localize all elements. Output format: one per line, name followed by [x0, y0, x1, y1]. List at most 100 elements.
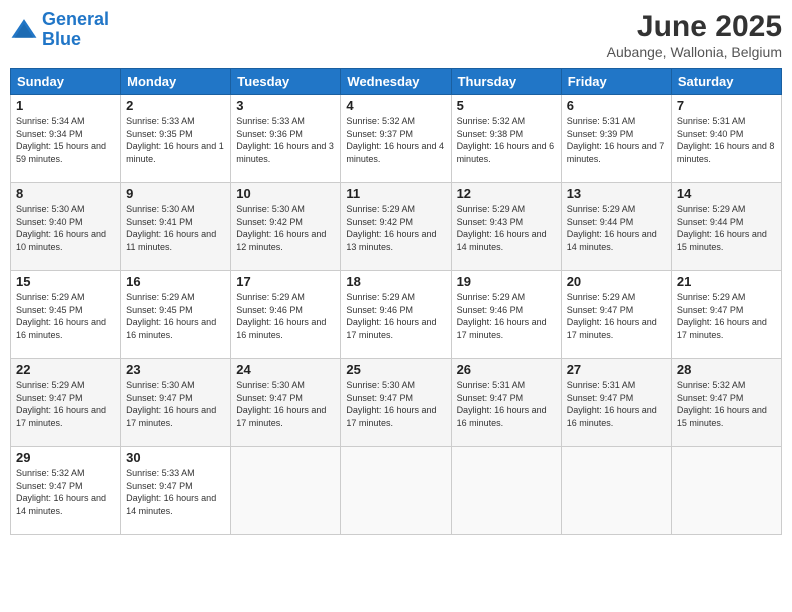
day-number: 27 — [567, 362, 666, 377]
calendar-cell: 29 Sunrise: 5:32 AM Sunset: 9:47 PM Dayl… — [11, 447, 121, 535]
day-number: 7 — [677, 98, 776, 113]
day-number: 30 — [126, 450, 225, 465]
day-number: 9 — [126, 186, 225, 201]
logo-icon — [10, 16, 38, 44]
day-number: 8 — [16, 186, 115, 201]
day-info: Sunrise: 5:32 AM Sunset: 9:47 PM Dayligh… — [16, 467, 115, 517]
day-info: Sunrise: 5:29 AM Sunset: 9:44 PM Dayligh… — [677, 203, 776, 253]
page: General Blue June 2025 Aubange, Wallonia… — [0, 0, 792, 612]
day-info: Sunrise: 5:30 AM Sunset: 9:47 PM Dayligh… — [126, 379, 225, 429]
logo-line2: Blue — [42, 29, 81, 49]
day-info: Sunrise: 5:31 AM Sunset: 9:47 PM Dayligh… — [457, 379, 556, 429]
day-number: 17 — [236, 274, 335, 289]
calendar-cell: 11 Sunrise: 5:29 AM Sunset: 9:42 PM Dayl… — [341, 183, 451, 271]
logo-text: General Blue — [42, 10, 109, 50]
calendar-cell: 3 Sunrise: 5:33 AM Sunset: 9:36 PM Dayli… — [231, 95, 341, 183]
col-wednesday: Wednesday — [341, 69, 451, 95]
day-number: 24 — [236, 362, 335, 377]
day-info: Sunrise: 5:29 AM Sunset: 9:45 PM Dayligh… — [126, 291, 225, 341]
calendar-cell: 24 Sunrise: 5:30 AM Sunset: 9:47 PM Dayl… — [231, 359, 341, 447]
day-info: Sunrise: 5:29 AM Sunset: 9:46 PM Dayligh… — [236, 291, 335, 341]
day-info: Sunrise: 5:29 AM Sunset: 9:42 PM Dayligh… — [346, 203, 445, 253]
day-info: Sunrise: 5:33 AM Sunset: 9:36 PM Dayligh… — [236, 115, 335, 165]
day-info: Sunrise: 5:31 AM Sunset: 9:47 PM Dayligh… — [567, 379, 666, 429]
calendar-cell: 9 Sunrise: 5:30 AM Sunset: 9:41 PM Dayli… — [121, 183, 231, 271]
header: General Blue June 2025 Aubange, Wallonia… — [10, 10, 782, 60]
day-info: Sunrise: 5:34 AM Sunset: 9:34 PM Dayligh… — [16, 115, 115, 165]
day-number: 10 — [236, 186, 335, 201]
calendar-cell — [231, 447, 341, 535]
calendar-header-row: Sunday Monday Tuesday Wednesday Thursday… — [11, 69, 782, 95]
day-number: 12 — [457, 186, 556, 201]
calendar: Sunday Monday Tuesday Wednesday Thursday… — [10, 68, 782, 535]
day-info: Sunrise: 5:30 AM Sunset: 9:47 PM Dayligh… — [236, 379, 335, 429]
day-info: Sunrise: 5:30 AM Sunset: 9:41 PM Dayligh… — [126, 203, 225, 253]
calendar-cell: 4 Sunrise: 5:32 AM Sunset: 9:37 PM Dayli… — [341, 95, 451, 183]
calendar-cell: 23 Sunrise: 5:30 AM Sunset: 9:47 PM Dayl… — [121, 359, 231, 447]
calendar-cell: 6 Sunrise: 5:31 AM Sunset: 9:39 PM Dayli… — [561, 95, 671, 183]
day-info: Sunrise: 5:29 AM Sunset: 9:47 PM Dayligh… — [567, 291, 666, 341]
day-number: 6 — [567, 98, 666, 113]
calendar-cell: 16 Sunrise: 5:29 AM Sunset: 9:45 PM Dayl… — [121, 271, 231, 359]
day-number: 26 — [457, 362, 556, 377]
day-number: 22 — [16, 362, 115, 377]
title-block: June 2025 Aubange, Wallonia, Belgium — [607, 10, 782, 60]
day-info: Sunrise: 5:29 AM Sunset: 9:44 PM Dayligh… — [567, 203, 666, 253]
day-number: 14 — [677, 186, 776, 201]
day-number: 4 — [346, 98, 445, 113]
day-number: 3 — [236, 98, 335, 113]
day-info: Sunrise: 5:32 AM Sunset: 9:47 PM Dayligh… — [677, 379, 776, 429]
day-info: Sunrise: 5:29 AM Sunset: 9:43 PM Dayligh… — [457, 203, 556, 253]
day-number: 2 — [126, 98, 225, 113]
day-number: 1 — [16, 98, 115, 113]
calendar-cell: 22 Sunrise: 5:29 AM Sunset: 9:47 PM Dayl… — [11, 359, 121, 447]
calendar-cell — [671, 447, 781, 535]
day-info: Sunrise: 5:30 AM Sunset: 9:40 PM Dayligh… — [16, 203, 115, 253]
calendar-cell: 19 Sunrise: 5:29 AM Sunset: 9:46 PM Dayl… — [451, 271, 561, 359]
col-friday: Friday — [561, 69, 671, 95]
day-number: 28 — [677, 362, 776, 377]
day-info: Sunrise: 5:31 AM Sunset: 9:40 PM Dayligh… — [677, 115, 776, 165]
calendar-cell: 8 Sunrise: 5:30 AM Sunset: 9:40 PM Dayli… — [11, 183, 121, 271]
col-sunday: Sunday — [11, 69, 121, 95]
calendar-cell: 25 Sunrise: 5:30 AM Sunset: 9:47 PM Dayl… — [341, 359, 451, 447]
day-number: 19 — [457, 274, 556, 289]
day-number: 16 — [126, 274, 225, 289]
day-info: Sunrise: 5:29 AM Sunset: 9:45 PM Dayligh… — [16, 291, 115, 341]
calendar-cell: 12 Sunrise: 5:29 AM Sunset: 9:43 PM Dayl… — [451, 183, 561, 271]
calendar-cell: 15 Sunrise: 5:29 AM Sunset: 9:45 PM Dayl… — [11, 271, 121, 359]
day-info: Sunrise: 5:29 AM Sunset: 9:47 PM Dayligh… — [16, 379, 115, 429]
day-info: Sunrise: 5:33 AM Sunset: 9:35 PM Dayligh… — [126, 115, 225, 165]
calendar-cell: 1 Sunrise: 5:34 AM Sunset: 9:34 PM Dayli… — [11, 95, 121, 183]
day-info: Sunrise: 5:33 AM Sunset: 9:47 PM Dayligh… — [126, 467, 225, 517]
logo-line1: General — [42, 9, 109, 29]
day-number: 15 — [16, 274, 115, 289]
day-info: Sunrise: 5:30 AM Sunset: 9:47 PM Dayligh… — [346, 379, 445, 429]
main-title: June 2025 — [607, 10, 782, 44]
day-number: 25 — [346, 362, 445, 377]
calendar-cell: 2 Sunrise: 5:33 AM Sunset: 9:35 PM Dayli… — [121, 95, 231, 183]
calendar-cell: 7 Sunrise: 5:31 AM Sunset: 9:40 PM Dayli… — [671, 95, 781, 183]
calendar-cell — [561, 447, 671, 535]
subtitle: Aubange, Wallonia, Belgium — [607, 44, 782, 60]
calendar-cell: 13 Sunrise: 5:29 AM Sunset: 9:44 PM Dayl… — [561, 183, 671, 271]
day-number: 5 — [457, 98, 556, 113]
day-number: 20 — [567, 274, 666, 289]
col-thursday: Thursday — [451, 69, 561, 95]
logo: General Blue — [10, 10, 109, 50]
calendar-cell: 14 Sunrise: 5:29 AM Sunset: 9:44 PM Dayl… — [671, 183, 781, 271]
day-number: 18 — [346, 274, 445, 289]
calendar-cell: 30 Sunrise: 5:33 AM Sunset: 9:47 PM Dayl… — [121, 447, 231, 535]
day-info: Sunrise: 5:32 AM Sunset: 9:37 PM Dayligh… — [346, 115, 445, 165]
calendar-cell: 5 Sunrise: 5:32 AM Sunset: 9:38 PM Dayli… — [451, 95, 561, 183]
calendar-cell: 18 Sunrise: 5:29 AM Sunset: 9:46 PM Dayl… — [341, 271, 451, 359]
day-number: 13 — [567, 186, 666, 201]
calendar-cell: 10 Sunrise: 5:30 AM Sunset: 9:42 PM Dayl… — [231, 183, 341, 271]
day-info: Sunrise: 5:29 AM Sunset: 9:46 PM Dayligh… — [457, 291, 556, 341]
day-info: Sunrise: 5:29 AM Sunset: 9:47 PM Dayligh… — [677, 291, 776, 341]
day-info: Sunrise: 5:32 AM Sunset: 9:38 PM Dayligh… — [457, 115, 556, 165]
calendar-cell — [341, 447, 451, 535]
calendar-cell: 20 Sunrise: 5:29 AM Sunset: 9:47 PM Dayl… — [561, 271, 671, 359]
day-info: Sunrise: 5:31 AM Sunset: 9:39 PM Dayligh… — [567, 115, 666, 165]
day-info: Sunrise: 5:30 AM Sunset: 9:42 PM Dayligh… — [236, 203, 335, 253]
